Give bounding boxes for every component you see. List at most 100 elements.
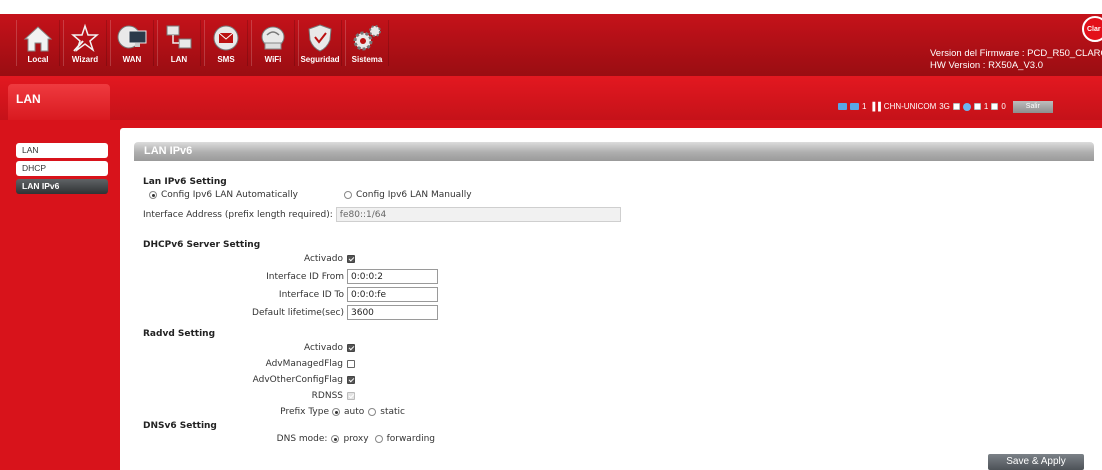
wizard-icon	[70, 23, 100, 53]
radio-auto-row[interactable]: Config Ipv6 LAN Automatically	[149, 190, 298, 200]
field-label: Default lifetime(sec)	[252, 307, 344, 318]
hw-version: HW Version : RX50A_V3.0	[930, 60, 1043, 71]
download-icon	[973, 103, 981, 110]
wan-icon	[117, 25, 147, 49]
field-label: Prefix Type	[280, 407, 330, 417]
gears-icon	[353, 25, 381, 51]
radio-label: Config Ipv6 LAN Manually	[356, 190, 472, 200]
default-lifetime-row: Default lifetime(sec)	[143, 305, 438, 320]
dns-mode-row: DNS mode: proxy forwarding	[143, 434, 435, 444]
radio-label: proxy	[343, 434, 369, 444]
interface-id-from-field[interactable]	[347, 269, 438, 284]
nav-local[interactable]: Local	[16, 20, 60, 66]
dhcp-activado-row: Activado	[143, 254, 355, 264]
main-nav: Local Wizard WAN LAN SMS WiFi Seguridad …	[16, 20, 389, 66]
field-label: AdvOtherConfigFlag	[252, 375, 343, 385]
radio-label: auto	[344, 407, 365, 417]
sidebar-item-lan[interactable]: LAN	[16, 143, 108, 158]
nav-label: SMS	[217, 55, 235, 64]
radvd-activado-row: Activado	[143, 343, 355, 353]
radio-dns-forwarding[interactable]	[374, 435, 383, 443]
upload-icon	[991, 103, 999, 110]
network-type: 3G	[939, 102, 950, 111]
nav-label: Local	[27, 55, 49, 64]
message-icon	[850, 103, 859, 110]
nav-sistema[interactable]: Sistema	[345, 20, 389, 66]
signal-icon: ▐▐	[869, 102, 881, 111]
home-icon	[23, 26, 53, 52]
save-apply-button[interactable]: Save & Apply	[988, 454, 1084, 470]
field-label: Activado	[303, 343, 343, 353]
msg-count-a: 1	[983, 102, 989, 111]
sim-icon	[952, 103, 960, 110]
top-header: Local Wizard WAN LAN SMS WiFi Seguridad …	[0, 0, 1102, 76]
nav-label: Wizard	[71, 55, 99, 64]
adv-other-config-flag-row: AdvOtherConfigFlag	[143, 375, 355, 385]
shield-icon	[308, 24, 332, 52]
panel-title: LAN IPv6	[134, 142, 1094, 161]
section-tab: LAN	[8, 84, 110, 120]
field-label: DNS mode:	[276, 434, 328, 444]
adv-other-config-flag-checkbox[interactable]	[347, 376, 355, 384]
operator-name: CHN-UNICOM	[883, 102, 937, 111]
sms-status-icon	[838, 103, 847, 110]
field-label: Interface ID From	[266, 271, 344, 282]
field-label: Activado	[303, 254, 343, 264]
interface-address-field[interactable]	[335, 207, 621, 222]
nav-wifi[interactable]: WiFi	[251, 20, 295, 66]
brand-logo: Clar	[1082, 16, 1102, 42]
radio-prefix-static[interactable]	[368, 408, 377, 416]
main-panel: LAN IPv6 Lan IPv6 Setting Config Ipv6 LA…	[120, 128, 1102, 470]
nav-sms[interactable]: SMS	[204, 20, 248, 66]
radvd-activado-checkbox[interactable]	[347, 344, 355, 352]
interface-id-to-field[interactable]	[347, 287, 438, 302]
sms-icon	[213, 25, 239, 51]
iface-address-row: Interface Address (prefix length require…	[143, 207, 621, 222]
nav-label: Seguridad	[300, 55, 340, 64]
msg-count-b: 0	[1001, 102, 1006, 111]
nav-lan[interactable]: LAN	[157, 20, 201, 66]
wifi-icon	[261, 26, 285, 50]
firmware-version: Version del Firmware : PCD_R50_CLARO_DR_…	[930, 48, 1102, 59]
nav-label: LAN	[170, 55, 188, 64]
nav-seguridad[interactable]: Seguridad	[298, 20, 342, 66]
prefix-type-row: Prefix Type auto static	[143, 407, 405, 417]
lan-icon	[166, 25, 192, 49]
sidebar-item-dhcp[interactable]: DHCP	[16, 161, 108, 176]
adv-managed-flag-row: AdvManagedFlag	[143, 359, 355, 369]
rdnss-row: RDNSS	[143, 391, 355, 401]
section-title: Radvd Setting	[143, 329, 216, 339]
section-title: DHCPv6 Server Setting	[143, 240, 261, 250]
dhcp-activado-checkbox[interactable]	[347, 255, 355, 263]
radio-manual-row[interactable]: Config Ipv6 LAN Manually	[344, 190, 472, 200]
default-lifetime-field[interactable]	[347, 305, 438, 320]
section-title: Lan IPv6 Setting	[143, 177, 227, 187]
logout-button[interactable]: Salir	[1012, 100, 1053, 113]
adv-managed-flag-checkbox[interactable]	[347, 360, 355, 368]
interface-id-to-row: Interface ID To	[143, 287, 438, 302]
radio-auto[interactable]	[149, 191, 157, 199]
sidebar-item-lan-ipv6[interactable]: LAN IPv6	[16, 179, 108, 194]
section-title: DNSv6 Setting	[143, 421, 217, 431]
nav-wizard[interactable]: Wizard	[63, 20, 107, 66]
sms-count: 1	[862, 102, 867, 111]
status-bar	[0, 76, 1102, 120]
radio-label: Config Ipv6 LAN Automatically	[161, 190, 298, 200]
globe-icon	[962, 102, 971, 111]
status-area: 1 ▐▐ CHN-UNICOM 3G 1 0 Salir	[838, 100, 1053, 113]
field-label: Interface ID To	[278, 289, 344, 300]
radio-dns-proxy[interactable]	[331, 435, 340, 443]
field-label: RDNSS	[311, 391, 343, 401]
field-label: AdvManagedFlag	[265, 359, 343, 369]
rdnss-checkbox	[347, 392, 355, 400]
nav-label: WAN	[122, 55, 142, 64]
sidebar: LAN DHCP LAN IPv6	[16, 143, 108, 197]
nav-label: Sistema	[351, 55, 383, 64]
interface-id-from-row: Interface ID From	[143, 269, 438, 284]
radio-manual[interactable]	[344, 191, 352, 199]
radio-label: static	[380, 407, 405, 417]
radio-prefix-auto[interactable]	[332, 408, 341, 416]
field-label: Interface Address (prefix length require…	[143, 209, 333, 220]
radio-label: forwarding	[386, 434, 435, 444]
nav-wan[interactable]: WAN	[110, 20, 154, 66]
